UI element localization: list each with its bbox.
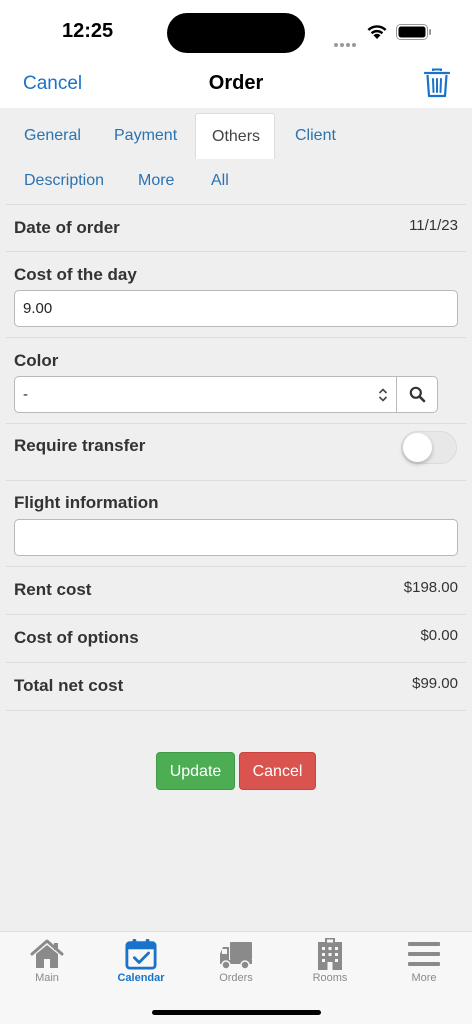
section-tabs: General Payment Others Client Descriptio… (0, 108, 472, 204)
total-net-cost-row: Total net cost $99.00 (6, 663, 466, 711)
cost-of-options-row: Cost of options $0.00 (6, 615, 466, 663)
wifi-icon (367, 25, 387, 39)
color-select-value: - (23, 386, 28, 403)
total-net-cost-label: Total net cost (14, 676, 124, 695)
tabbar-label-more: More (411, 972, 437, 984)
date-of-order-label: Date of order (14, 218, 120, 237)
tabbar-item-rooms[interactable]: Rooms (290, 938, 370, 984)
date-of-order-value: 11/1/23 (409, 217, 458, 234)
tab-general[interactable]: General (8, 113, 97, 159)
cost-of-options-value: $0.00 (420, 627, 458, 644)
color-select-group: - (14, 376, 438, 413)
rent-cost-label: Rent cost (14, 580, 92, 599)
rent-cost-row: Rent cost $198.00 (6, 567, 466, 615)
flight-information-label: Flight information (14, 493, 159, 512)
tab-description[interactable]: Description (8, 158, 120, 204)
color-search-button[interactable] (396, 376, 438, 413)
status-time: 12:25 (62, 20, 114, 42)
battery-icon (396, 24, 431, 40)
tabbar-item-main[interactable]: Main (7, 938, 87, 984)
trash-icon[interactable] (424, 68, 450, 98)
tabbar-label-calendar: Calendar (117, 972, 165, 984)
cost-of-day-label: Cost of the day (14, 265, 137, 284)
date-of-order-row: Date of order 11/1/23 (6, 204, 466, 252)
require-transfer-row: Require transfer (6, 424, 466, 481)
toggle-knob (403, 433, 432, 462)
tab-more[interactable]: More (122, 158, 190, 204)
tab-all[interactable]: All (195, 158, 245, 204)
menu-icon (408, 942, 440, 966)
tabbar-item-calendar[interactable]: Calendar (101, 938, 181, 984)
calendar-icon (125, 938, 157, 970)
order-form: Date of order 11/1/23 Cost of the day 9.… (6, 204, 466, 711)
home-indicator[interactable] (152, 1010, 321, 1015)
nav-cancel-button[interactable]: Cancel (23, 73, 82, 95)
tabbar-item-orders[interactable]: Orders (196, 938, 276, 984)
search-icon (409, 386, 426, 403)
color-select[interactable]: - (14, 376, 397, 413)
cost-of-day-input[interactable]: 9.00 (14, 290, 458, 327)
tabbar-label-orders: Orders (219, 972, 253, 984)
building-icon (318, 938, 342, 970)
cost-of-day-row: Cost of the day 9.00 (6, 252, 466, 338)
chevron-up-down-icon (378, 388, 388, 402)
tabbar-label-rooms: Rooms (312, 972, 348, 984)
tabbar-label-main: Main (35, 972, 59, 984)
rent-cost-value: $198.00 (403, 579, 458, 596)
navigation-bar: Cancel Order (0, 62, 472, 108)
cost-of-options-label: Cost of options (14, 628, 139, 647)
total-net-cost-value: $99.00 (412, 675, 458, 692)
tab-payment[interactable]: Payment (98, 113, 193, 159)
update-button[interactable]: Update (156, 752, 235, 790)
tab-client[interactable]: Client (279, 113, 352, 159)
truck-icon (220, 942, 252, 970)
home-icon (30, 939, 64, 968)
status-bar: 12:25 (0, 0, 472, 62)
tab-others[interactable]: Others (195, 113, 275, 159)
flight-information-row: Flight information (6, 481, 466, 567)
flight-information-input[interactable] (14, 519, 458, 556)
require-transfer-label: Require transfer (14, 436, 146, 455)
color-label: Color (14, 351, 59, 370)
cellular-signal-icon (334, 34, 358, 52)
dynamic-island (167, 13, 305, 53)
tabbar-item-more[interactable]: More (384, 938, 464, 984)
require-transfer-toggle[interactable] (401, 431, 457, 464)
cancel-button[interactable]: Cancel (239, 752, 316, 790)
